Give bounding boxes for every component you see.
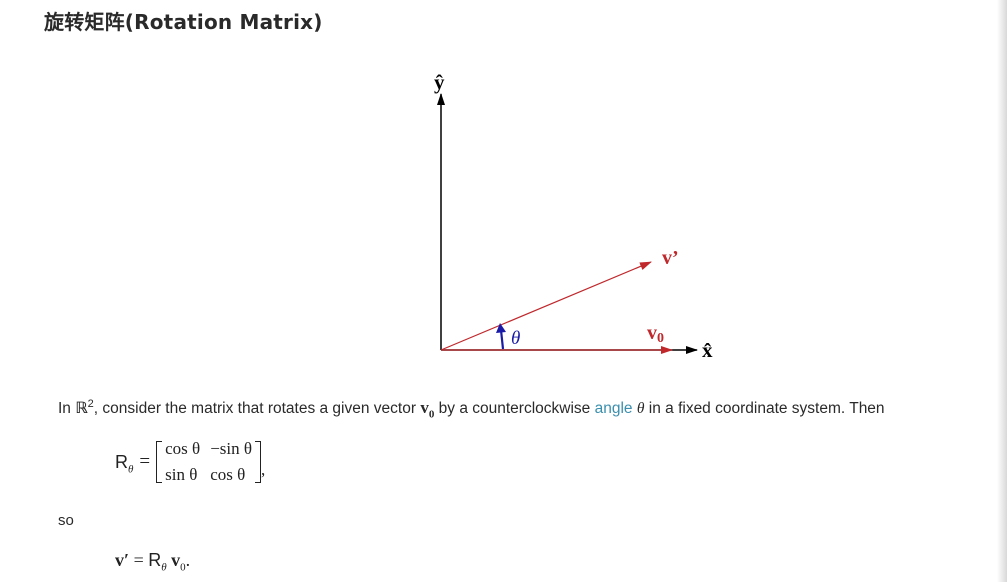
para-text3: in a fixed coordinate system. Then [648,400,885,417]
matrix-comma: , [261,460,266,479]
matrix-cell-21: sin θ [165,465,198,484]
v-prime-symbol: v′ [115,550,130,570]
intro-paragraph: In ℝ2, consider the matrix that rotates … [58,398,885,421]
result-R-sub: θ [161,562,166,574]
equals-sign: = [139,451,151,472]
para-in: In [58,400,71,417]
matrix-R-symbol: Rθ [115,451,134,476]
matrix-R-sub: θ [128,463,134,476]
matrix-cell-12: −sin θ [210,439,253,458]
para-text2: by a counterclockwise [438,400,591,417]
result-v-main: v [171,550,181,570]
result-period: . [185,550,191,570]
angle-arrow [499,329,505,350]
matrix-cell-11: cos θ [165,439,201,458]
rotation-figure: ŷ x̂ v’ v0 θ [434,70,713,362]
rotation-matrix-equation: Rθ = cos θ −sin θ sin θ cos θ , [115,438,265,486]
v0-label-main: v [647,322,657,344]
real-space-symbol: ℝ [75,399,88,417]
angle-label: θ [511,328,520,349]
so-text: so [58,512,74,529]
angle-link[interactable]: angle [595,400,633,417]
v0-symbol-main: v [420,398,429,417]
matrix-cell-22: cos θ [210,465,246,484]
rotation-result-equation: v′ = Rθ v0. [115,550,191,574]
y-axis-label: ŷ [434,70,445,94]
rotation-matrix: cos θ −sin θ sin θ cos θ [162,439,255,485]
angle-arrow-head [496,323,506,333]
para-text1: , consider the matrix that rotates a giv… [93,400,417,417]
result-R-main: R [148,550,162,570]
v-prime-label: v’ [662,247,679,269]
result-equals: = [133,550,144,570]
v0-symbol-sub: 0 [428,408,435,421]
matrix-R-main: R [115,451,128,472]
v0-label-subscript: 0 [657,331,664,346]
v0-symbol: v0 [420,398,435,421]
v-prime-vector [440,261,652,351]
x-axis-label: x̂ [702,338,713,362]
v0-label: v0 [647,322,664,346]
result-R-sub-theta: θ [161,561,167,574]
theta-symbol: θ [636,400,645,417]
